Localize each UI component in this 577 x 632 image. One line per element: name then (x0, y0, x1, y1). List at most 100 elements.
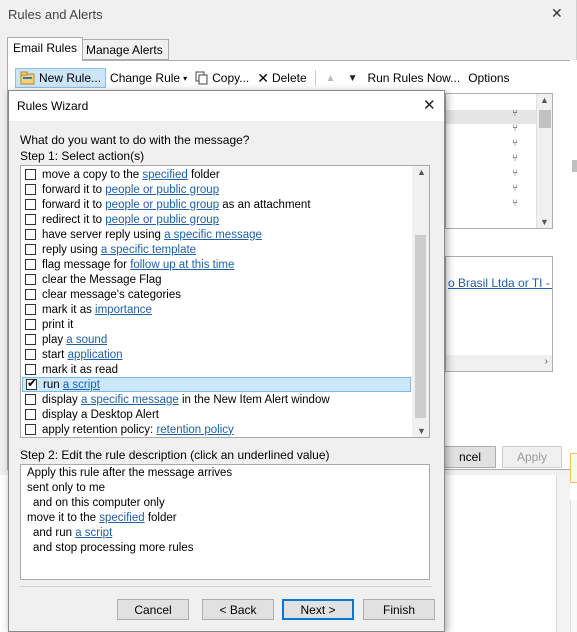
selected-rule-row[interactable] (446, 110, 538, 124)
scroll-down-icon[interactable]: ▼ (417, 426, 426, 436)
description-hscrollbar[interactable]: › (446, 355, 552, 371)
action-checkbox[interactable] (25, 244, 36, 255)
action-checkbox[interactable] (25, 424, 36, 435)
copy-button[interactable]: Copy... (191, 69, 253, 87)
window-title: Rules and Alerts (8, 7, 103, 22)
description-text: move it to the (27, 512, 100, 524)
back-button[interactable]: < Back (202, 599, 274, 620)
scroll-up-icon[interactable]: ▲ (540, 95, 549, 105)
action-item[interactable]: redirect it to people or public group (22, 212, 411, 227)
action-text: move a copy to the (42, 168, 143, 181)
action-item[interactable]: clear message's categories (22, 287, 411, 302)
action-checkbox[interactable] (25, 394, 36, 405)
move-up-icon[interactable]: ▲ (320, 73, 342, 84)
cancel-button[interactable]: Cancel (117, 599, 189, 620)
scroll-up-icon[interactable]: ▲ (417, 167, 426, 177)
action-item[interactable]: move a copy to the specified folder (22, 167, 411, 182)
action-item[interactable]: clear the Message Flag (22, 272, 411, 287)
action-text: redirect it to (42, 213, 106, 226)
rule-type-icon: ⑂ (512, 138, 518, 149)
options-button[interactable]: Options (464, 69, 513, 87)
action-checkbox[interactable] (25, 364, 36, 375)
action-checkbox[interactable] (25, 334, 36, 345)
action-checkbox[interactable] (25, 184, 36, 195)
action-checkbox[interactable] (25, 289, 36, 300)
description-text: and run (33, 527, 76, 539)
action-item[interactable]: have server reply using a specific messa… (22, 227, 411, 242)
action-text: forward it to (42, 198, 106, 211)
action-item[interactable]: print it (22, 317, 411, 332)
action-item[interactable]: display a Desktop Alert (22, 407, 411, 422)
next-button[interactable]: Next > (282, 599, 354, 620)
delete-label: Delete (271, 71, 307, 85)
tab-manage-alerts[interactable]: Manage Alerts (80, 39, 169, 60)
apply-button[interactable]: Apply (502, 446, 562, 468)
action-text-suffix: in the New Item Alert window (178, 393, 330, 406)
scroll-thumb[interactable] (539, 110, 551, 128)
action-link[interactable]: importance (95, 304, 152, 316)
action-checkbox[interactable] (25, 199, 36, 210)
action-text: clear message's categories (42, 288, 181, 301)
action-item[interactable]: display a specific message in the New It… (22, 392, 411, 407)
action-item[interactable]: mark it as read (22, 362, 411, 377)
action-link[interactable]: follow up at this time (130, 259, 234, 271)
action-checkbox[interactable] (25, 214, 36, 225)
rule-description-preview: o Brasil Ltda or TI - Pe › (445, 256, 553, 372)
action-item[interactable]: forward it to people or public group (22, 182, 411, 197)
action-checkbox[interactable] (25, 259, 36, 270)
close-icon[interactable]: ✕ (551, 5, 563, 22)
action-item[interactable]: play a sound (22, 332, 411, 347)
action-item[interactable]: apply retention policy: retention policy (22, 422, 411, 437)
action-checkbox[interactable] (25, 409, 36, 420)
delete-button[interactable]: ✕ Delete (253, 68, 310, 89)
close-icon[interactable]: ✕ (423, 96, 436, 114)
action-list[interactable]: move a copy to the specified folder forwa… (20, 165, 430, 438)
action-link[interactable]: a sound (66, 334, 107, 346)
move-down-icon[interactable]: ▼ (342, 73, 364, 84)
change-rule-button[interactable]: Change Rule ▾ (106, 69, 191, 87)
rule-list[interactable]: ⑂ ⑂ ⑂ ⑂ ⑂ ⑂ ⑂ ▲ ▼ (445, 93, 553, 229)
action-text: apply retention policy: (42, 423, 157, 436)
description-line: and run a script (27, 527, 423, 542)
action-checkbox[interactable] (25, 304, 36, 315)
action-text: forward it to (42, 183, 106, 196)
finish-button[interactable]: Finish (363, 599, 435, 620)
action-item[interactable]: forward it to people or public group as … (22, 197, 411, 212)
action-link[interactable]: a specific template (101, 244, 196, 256)
scroll-down-icon[interactable]: ▼ (540, 217, 549, 227)
description-link[interactable]: o Brasil Ltda or TI - Pe (448, 276, 552, 290)
action-checkbox[interactable] (25, 274, 36, 285)
background-cancel-button[interactable]: ncel (444, 446, 496, 468)
description-link[interactable]: a script (75, 527, 112, 539)
action-link[interactable]: a script (63, 379, 100, 391)
action-checkbox[interactable] (25, 349, 36, 360)
action-item[interactable]: start application (22, 347, 411, 362)
action-checkbox[interactable] (25, 169, 36, 180)
action-link[interactable]: retention policy (156, 424, 233, 436)
rule-type-icon: ⑂ (512, 183, 518, 194)
action-link[interactable]: a specific message (164, 229, 262, 241)
scroll-thumb[interactable] (415, 235, 426, 418)
description-link[interactable]: specified (99, 512, 144, 524)
rule-type-icon: ⑂ (512, 123, 518, 134)
action-link[interactable]: specified (142, 169, 187, 181)
scroll-right-icon[interactable]: › (545, 356, 548, 367)
action-checkbox[interactable] (26, 376, 37, 390)
edge-pane (570, 500, 577, 632)
action-item[interactable]: run a script (22, 376, 411, 392)
tab-email-rules[interactable]: Email Rules (7, 37, 84, 61)
action-checkbox[interactable] (25, 229, 36, 240)
action-checkbox[interactable] (25, 319, 36, 330)
run-rules-now-button[interactable]: Run Rules Now... (363, 69, 464, 87)
action-link[interactable]: people or public group (105, 199, 219, 211)
action-item[interactable]: flag message for follow up at this time (22, 257, 411, 272)
action-link[interactable]: people or public group (105, 184, 219, 196)
action-item[interactable]: mark it as importance (22, 302, 411, 317)
action-item[interactable]: reply using a specific template (22, 242, 411, 257)
action-link[interactable]: a specific message (81, 394, 179, 406)
action-link[interactable]: application (68, 349, 123, 361)
action-link[interactable]: people or public group (105, 214, 219, 226)
rule-list-scrollbar[interactable]: ▲ ▼ (536, 94, 552, 228)
new-rule-button[interactable]: New Rule... (15, 68, 107, 88)
action-list-scrollbar[interactable]: ▲ ▼ (412, 166, 429, 437)
